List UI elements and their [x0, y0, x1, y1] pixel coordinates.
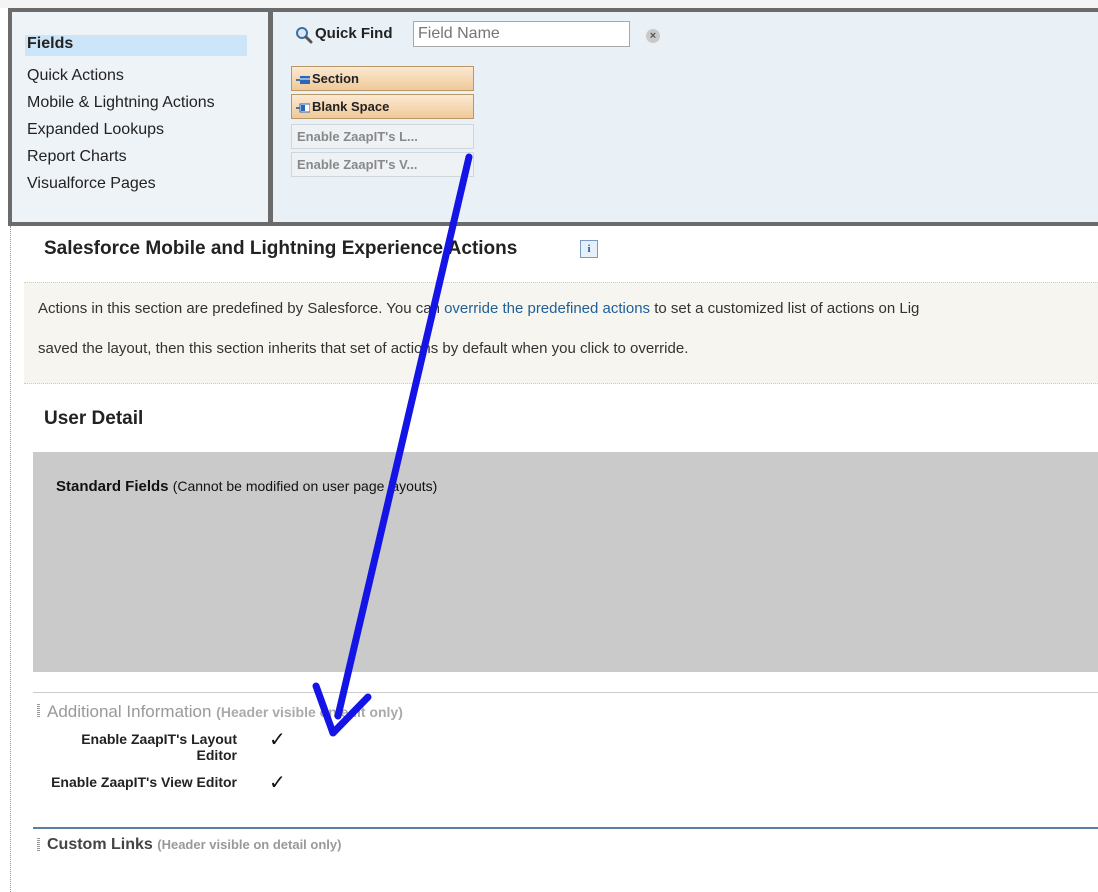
drag-direction-arrow: [312, 153, 473, 737]
